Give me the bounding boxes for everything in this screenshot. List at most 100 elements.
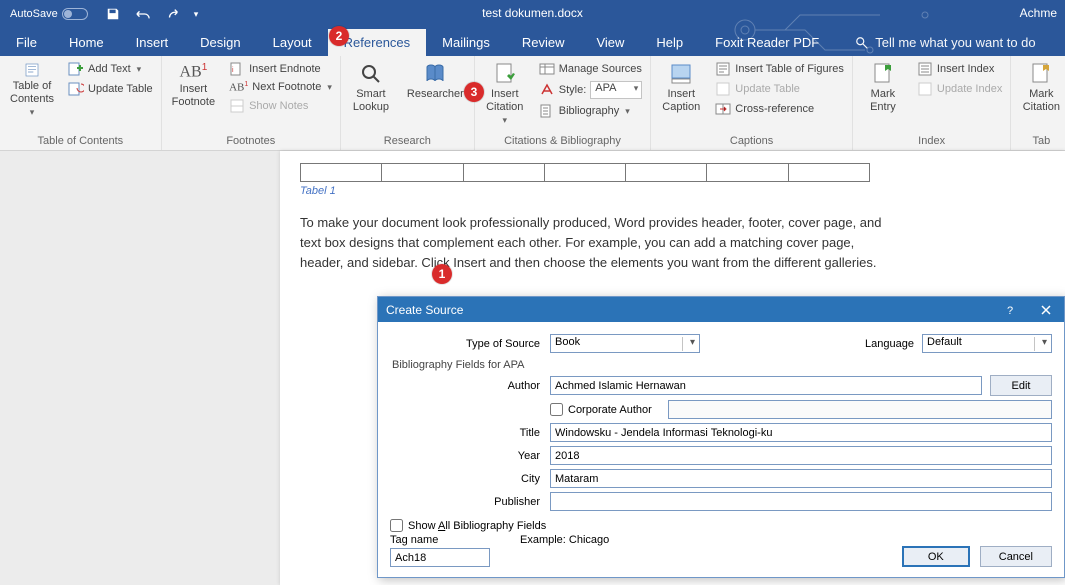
tab-mailings[interactable]: Mailings <box>426 29 506 56</box>
undo-icon[interactable] <box>134 7 152 21</box>
group-label-authorities: Tab <box>1017 133 1065 150</box>
tell-me-label: Tell me what you want to do <box>875 35 1035 50</box>
qat-customize-icon[interactable]: ▾ <box>194 9 199 20</box>
group-label-toc: Table of Contents <box>6 133 155 150</box>
author-label: Author <box>390 380 550 392</box>
bibliography-label: Bibliography <box>559 105 620 117</box>
researcher-icon <box>423 62 447 86</box>
table-caption: Tabel 1 <box>300 185 1045 197</box>
left-gutter <box>0 151 280 585</box>
save-icon[interactable] <box>106 7 120 21</box>
ok-button[interactable]: OK <box>902 546 970 567</box>
bibliography-button[interactable]: Bibliography <box>537 102 645 120</box>
svg-text:?: ? <box>1007 305 1013 316</box>
insert-caption-button[interactable]: Insert Caption <box>657 60 705 115</box>
update-toc-label: Update Table <box>88 83 153 95</box>
mark-citation-button[interactable]: Mark Citation <box>1017 60 1065 115</box>
document-title: test dokumen.docx <box>482 6 583 20</box>
quick-access-toolbar: ▾ <box>106 7 199 21</box>
title-label: Title <box>390 427 550 439</box>
smart-lookup-button[interactable]: Smart Lookup <box>347 60 395 115</box>
body-paragraph[interactable]: To make your document look professionall… <box>300 213 900 273</box>
researcher-button[interactable]: Researcher <box>403 60 468 103</box>
show-all-fields-label: Show All Bibliography Fields <box>408 520 546 532</box>
cross-reference-button[interactable]: Cross-reference <box>713 100 846 118</box>
style-value[interactable]: APA <box>590 81 642 99</box>
smart-lookup-label: Smart Lookup <box>353 88 389 113</box>
show-notes-icon <box>229 98 245 114</box>
mark-entry-icon <box>871 62 895 86</box>
toc-button[interactable]: Table of Contents ▾ <box>6 60 58 120</box>
bibliography-icon <box>539 103 555 119</box>
update-index-label: Update Index <box>937 83 1002 95</box>
type-of-source-select[interactable]: Book <box>550 334 700 353</box>
add-text-label: Add Text <box>88 63 131 75</box>
smart-lookup-icon <box>359 62 383 86</box>
show-all-fields-input[interactable] <box>390 519 403 532</box>
dialog-titlebar[interactable]: Create Source ? <box>378 297 1064 322</box>
mark-citation-label: Mark Citation <box>1023 88 1060 113</box>
insert-endnote-button[interactable]: i Insert Endnote <box>227 60 334 78</box>
autosave-toggle[interactable]: AutoSave <box>10 8 88 20</box>
update-table-icon <box>68 81 84 97</box>
tab-file[interactable]: File <box>0 29 53 56</box>
insert-tof-button[interactable]: Insert Table of Figures <box>713 60 846 78</box>
document-table[interactable] <box>300 163 870 182</box>
citation-style-select[interactable]: Style: APA <box>537 80 645 100</box>
account-name[interactable]: Achme <box>1020 6 1057 20</box>
annotation-2: 2 <box>329 26 349 46</box>
mark-entry-button[interactable]: Mark Entry <box>859 60 907 115</box>
group-label-research: Research <box>347 133 468 150</box>
group-label-footnotes: Footnotes <box>168 133 334 150</box>
group-research: Smart Lookup Researcher Research <box>341 56 475 150</box>
dialog-title-text: Create Source <box>386 303 463 317</box>
tab-home[interactable]: Home <box>53 29 120 56</box>
cancel-button[interactable]: Cancel <box>980 546 1052 567</box>
tab-layout[interactable]: Layout <box>257 29 328 56</box>
show-notes-button: Show Notes <box>227 97 334 115</box>
title-input[interactable] <box>550 423 1052 442</box>
show-notes-label: Show Notes <box>249 100 308 112</box>
year-input[interactable] <box>550 446 1052 465</box>
tab-help[interactable]: Help <box>640 29 699 56</box>
language-select[interactable]: Default <box>922 334 1052 353</box>
add-text-button[interactable]: Add Text <box>66 60 155 78</box>
group-label-captions: Captions <box>657 133 846 150</box>
redo-icon[interactable] <box>166 7 180 21</box>
tab-review[interactable]: Review <box>506 29 581 56</box>
insert-index-label: Insert Index <box>937 63 994 75</box>
tag-name-input[interactable] <box>390 548 490 567</box>
tof-icon <box>715 61 731 77</box>
insert-caption-icon <box>669 62 693 86</box>
insert-endnote-label: Insert Endnote <box>249 63 321 75</box>
manage-sources-button[interactable]: Manage Sources <box>537 60 645 78</box>
tell-me-search[interactable]: Tell me what you want to do <box>855 35 1035 56</box>
cross-ref-label: Cross-reference <box>735 103 814 115</box>
author-input[interactable] <box>550 376 982 395</box>
insert-index-button[interactable]: Insert Index <box>915 60 1004 78</box>
show-all-fields-checkbox[interactable]: Show All Bibliography Fields <box>390 519 609 532</box>
tab-foxit[interactable]: Foxit Reader PDF <box>699 29 835 56</box>
titlebar: AutoSave ▾ test dokumen.docx Achme <box>0 0 1065 28</box>
corporate-author-checkbox[interactable]: Corporate Author <box>550 403 652 416</box>
corporate-author-input[interactable] <box>550 403 563 416</box>
add-text-icon <box>68 61 84 77</box>
insert-footnote-button[interactable]: AB1 Insert Footnote <box>168 60 219 111</box>
tab-design[interactable]: Design <box>184 29 256 56</box>
create-source-dialog: Create Source ? Type of Source Book Lang… <box>377 296 1065 578</box>
mark-citation-icon <box>1029 62 1053 86</box>
tab-view[interactable]: View <box>580 29 640 56</box>
dialog-help-button[interactable]: ? <box>992 297 1028 322</box>
tag-name-label: Tag name <box>390 534 490 546</box>
autosave-label: AutoSave <box>10 8 58 20</box>
autosave-switch-icon[interactable] <box>62 8 88 20</box>
dialog-close-button[interactable] <box>1028 297 1064 322</box>
city-input[interactable] <box>550 469 1052 488</box>
tab-insert[interactable]: Insert <box>120 29 185 56</box>
update-toc-button[interactable]: Update Table <box>66 80 155 98</box>
insert-citation-button[interactable]: Insert Citation ▾ <box>481 60 529 128</box>
corporate-author-label: Corporate Author <box>568 404 652 416</box>
next-footnote-button[interactable]: AB1 Next Footnote <box>227 80 334 95</box>
author-edit-button[interactable]: Edit <box>990 375 1052 396</box>
publisher-input[interactable] <box>550 492 1052 511</box>
